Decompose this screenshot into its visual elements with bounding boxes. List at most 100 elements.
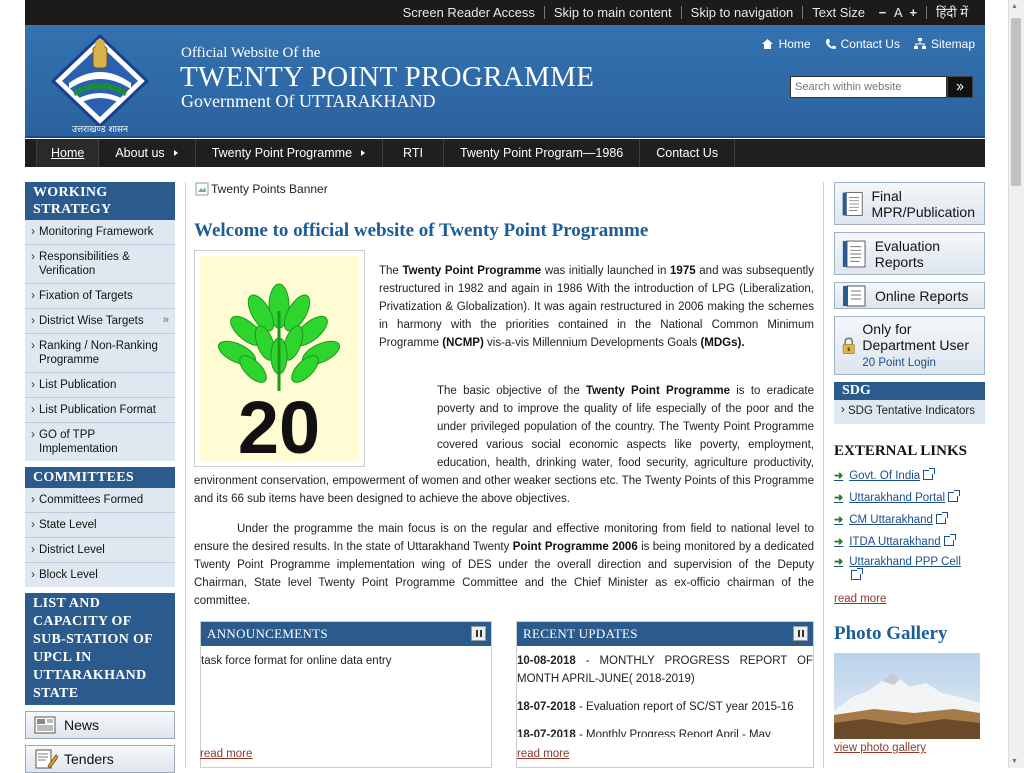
working-strategy-heading: WORKING STRATEGY	[25, 182, 175, 220]
news-tile[interactable]: News	[25, 711, 175, 739]
report-book-icon	[842, 191, 863, 216]
header-links: Home Contact Us Sitemap	[761, 37, 975, 51]
external-link-icon	[948, 490, 961, 502]
text-size-control: Text Size − A +	[803, 5, 928, 20]
ext-link-uttarakhand-portal[interactable]: ➜ Uttarakhand Portal	[834, 490, 984, 505]
sidebar-item-state-level[interactable]: State Level	[25, 513, 175, 538]
update-item[interactable]: 10-08-2018 - MONTHLY PROGRESS REPORT OF …	[517, 652, 813, 688]
sidebar-item-list-publication[interactable]: List Publication	[25, 373, 175, 398]
announcements-read-more[interactable]: read more	[200, 748, 252, 760]
scrollbar-thumb[interactable]	[1011, 18, 1021, 186]
substation-heading[interactable]: LIST AND CAPACITY OF SUB-STATION OF UPCL…	[25, 593, 175, 705]
top-utility-bar: Screen Reader Access Skip to main conten…	[25, 0, 985, 25]
sidebar-item-list-publication-format[interactable]: List Publication Format	[25, 398, 175, 423]
announcement-item[interactable]: task force format for online data entry	[201, 646, 491, 670]
nav-rti[interactable]: RTI	[383, 139, 444, 167]
arrow-bullet-icon: ➜	[834, 556, 844, 568]
padlock-icon	[842, 337, 855, 354]
uttarakhand-emblem-logo[interactable]: उत्तराखण्ड शासन	[47, 31, 153, 135]
sidebar-item-ranking[interactable]: Ranking / Non-Ranking Programme	[25, 334, 175, 373]
ext-link-ppp-cell[interactable]: ➜ Uttarakhand PPP Cell	[834, 555, 984, 583]
committees-panel: COMMITTEES Committees Formed State Level…	[25, 467, 175, 587]
nav-contact-us[interactable]: Contact Us	[640, 139, 736, 167]
sidebar-item-monitoring-framework[interactable]: Monitoring Framework	[25, 220, 175, 245]
evaluation-reports-tile[interactable]: Evaluation Reports	[834, 232, 985, 275]
header-home-link[interactable]: Home	[761, 37, 811, 51]
arrow-bullet-icon: ➜	[834, 492, 844, 504]
skip-nav-link[interactable]: Skip to navigation	[682, 6, 804, 19]
report-book-icon	[843, 285, 866, 306]
gallery-mountain-photo[interactable]	[834, 653, 980, 739]
pause-icon[interactable]	[471, 626, 486, 641]
newspaper-icon	[34, 716, 56, 734]
sidebar-item-responsibilities[interactable]: Responsibilities & Verification	[25, 245, 175, 284]
left-divider	[185, 182, 186, 768]
submenu-arrow-icon	[173, 150, 178, 156]
search-submit-button[interactable]	[947, 76, 973, 98]
nav-home[interactable]: Home	[36, 139, 100, 167]
objective-paragraph: The basic objective of the Twenty Point …	[194, 385, 814, 505]
ext-link-govt-india[interactable]: ➜ Govt. Of India	[834, 468, 984, 483]
arrow-right-icon	[956, 83, 964, 91]
hindi-link[interactable]: हिंदी में	[927, 6, 977, 19]
skip-main-link[interactable]: Skip to main content	[545, 6, 682, 19]
monitoring-paragraph: Under the programme the main focus is on…	[194, 523, 814, 607]
updates-read-more[interactable]: read more	[517, 748, 569, 760]
external-links-heading: EXTERNAL LINKS	[834, 443, 967, 459]
nav-twenty-point-programme[interactable]: Twenty Point Programme	[196, 139, 384, 167]
external-link-icon	[851, 568, 864, 580]
nav-about-us[interactable]: About us	[99, 139, 196, 167]
text-normal-button[interactable]: A	[894, 5, 902, 20]
update-item[interactable]: 18-07-2018 - Monthly Progress Report Apr…	[517, 726, 813, 737]
department-login-tile[interactable]: Only for Department User 20 Point Login	[834, 316, 985, 375]
header-sitemap-link[interactable]: Sitemap	[913, 37, 975, 51]
online-reports-tile[interactable]: Online Reports	[834, 282, 985, 309]
view-photo-gallery-link[interactable]: view photo gallery	[834, 742, 926, 754]
sdg-indicators-link[interactable]: › SDG Tentative Indicators	[834, 400, 985, 424]
final-mpr-tile[interactable]: Final MPR/Publication	[834, 182, 985, 225]
nav-tpp-1986[interactable]: Twenty Point Program—1986	[444, 139, 641, 167]
sidebar-item-fixation-targets[interactable]: Fixation of Targets	[25, 284, 175, 309]
sdg-heading: SDG	[834, 382, 985, 400]
banner-alt-text: Twenty Points Banner	[211, 182, 328, 196]
banner-image: Twenty Points Banner	[195, 182, 328, 196]
external-link-icon	[923, 468, 936, 480]
sidebar-item-district-targets[interactable]: District Wise Targets»	[25, 309, 175, 334]
sitemap-icon	[913, 38, 926, 49]
logo-caption: उत्तराखण्ड शासन	[72, 125, 129, 135]
sidebar-item-district-level[interactable]: District Level	[25, 538, 175, 563]
arrow-bullet-icon: ➜	[834, 470, 844, 482]
pause-icon[interactable]	[793, 626, 808, 641]
sidebar-item-go-tpp[interactable]: GO of TPP Implementation	[25, 423, 175, 461]
external-links-read-more[interactable]: read more	[834, 593, 886, 605]
external-link-icon	[943, 534, 956, 546]
announcements-widget: ANNOUNCEMENTS task force format for onli…	[200, 621, 492, 768]
screen-reader-link[interactable]: Screen Reader Access	[394, 6, 545, 19]
scroll-up-icon[interactable]: ▲	[1011, 3, 1018, 10]
tenders-tile[interactable]: Tenders	[25, 745, 175, 773]
home-icon	[761, 39, 773, 49]
site-header: उत्तराखण्ड शासन Official Website Of the …	[25, 25, 985, 138]
ext-link-itda[interactable]: ➜ ITDA Uttarakhand	[834, 534, 984, 549]
header-contact-link[interactable]: Contact Us	[825, 37, 900, 51]
intro-paragraph: The Twenty Point Programme was initially…	[379, 265, 814, 349]
update-item[interactable]: 18-07-2018 - Evaluation report of SC/ST …	[517, 698, 813, 716]
site-search-input[interactable]	[790, 76, 947, 98]
text-decrease-button[interactable]: −	[879, 5, 887, 20]
recent-updates-widget: RECENT UPDATES 10-08-2018 - MONTHLY PROG…	[516, 621, 814, 768]
document-pencil-icon	[35, 749, 58, 769]
text-increase-button[interactable]: +	[909, 5, 917, 20]
main-navigation: Home About us Twenty Point Programme RTI…	[25, 139, 985, 167]
welcome-heading: Welcome to official website of Twenty Po…	[194, 220, 649, 241]
twenty-point-login-link[interactable]: 20 Point Login	[862, 357, 936, 369]
header-subtitle: Official Website Of the	[181, 45, 321, 61]
text-size-label: Text Size	[812, 5, 866, 20]
broken-image-icon	[195, 182, 209, 196]
ext-link-cm-uttarakhand[interactable]: ➜ CM Uttarakhand	[834, 512, 984, 527]
substation-panel[interactable]: LIST AND CAPACITY OF SUB-STATION OF UPCL…	[25, 593, 175, 705]
announcements-header: ANNOUNCEMENTS	[201, 622, 491, 646]
scroll-down-icon[interactable]: ▼	[1011, 758, 1018, 765]
photo-gallery-heading: Photo Gallery	[834, 623, 948, 644]
sidebar-item-block-level[interactable]: Block Level	[25, 563, 175, 587]
sidebar-item-committees-formed[interactable]: Committees Formed	[25, 488, 175, 513]
